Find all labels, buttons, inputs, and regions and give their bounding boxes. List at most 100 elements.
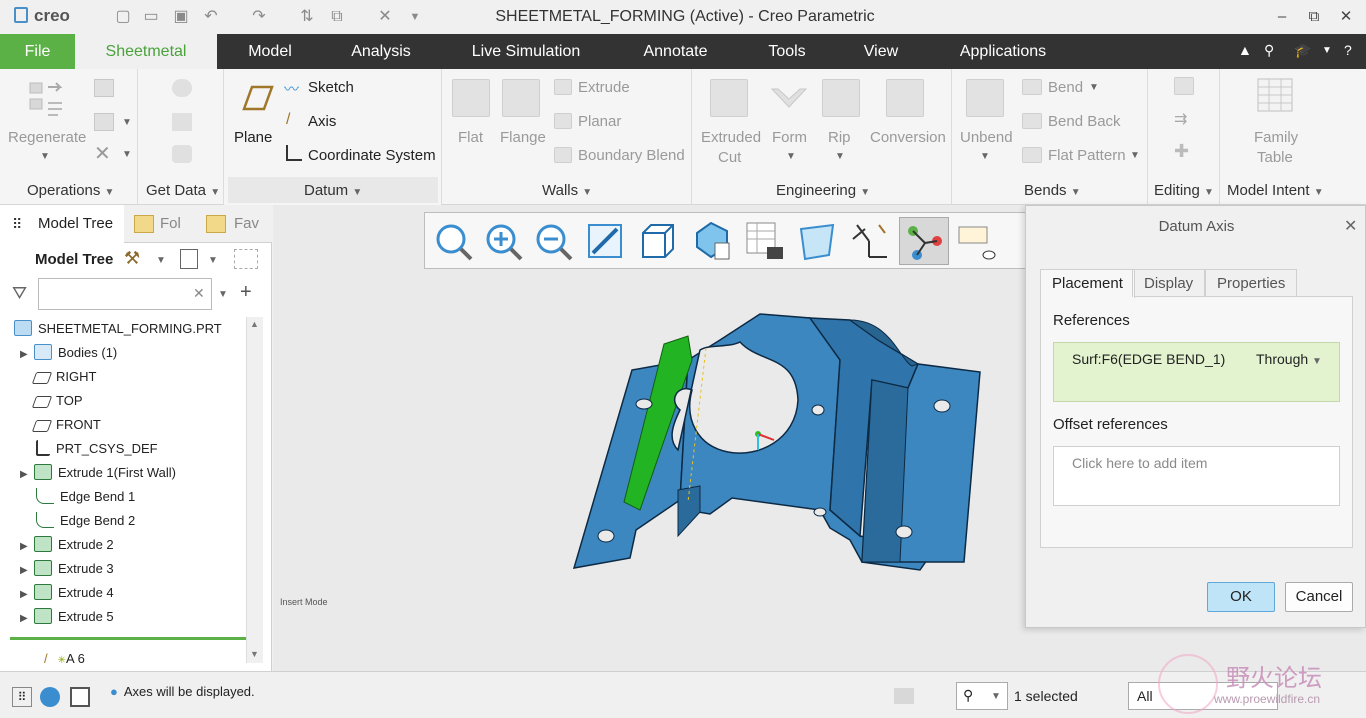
tree-item[interactable]: ▶ Extrude 5 <box>20 605 282 629</box>
rip-dropdown-icon[interactable]: ▼ <box>835 151 845 162</box>
tree-scrollbar[interactable]: ▲ ▼ <box>246 317 263 663</box>
columns-icon[interactable] <box>234 249 258 269</box>
delete-icon[interactable]: ✕ <box>94 141 111 166</box>
bends-group-label[interactable]: Bends ▼ <box>1024 182 1081 199</box>
restore-button[interactable]: ⧉ <box>1302 6 1326 28</box>
editing-group-label[interactable]: Editing ▼ <box>1154 182 1214 199</box>
undo-icon[interactable]: ↶ <box>200 6 222 28</box>
mirror-icon[interactable] <box>1174 77 1194 95</box>
rip-label[interactable]: Rip <box>828 129 851 146</box>
insert-here-marker[interactable] <box>10 637 246 640</box>
windows-icon[interactable]: ⧉ <box>326 6 348 28</box>
datum-group-label[interactable]: Datum ▼ <box>304 182 362 199</box>
zoom-out-icon[interactable] <box>531 219 575 263</box>
regenerate-dropdown-icon[interactable]: ▼ <box>40 151 50 162</box>
copy-geometry-icon[interactable] <box>172 113 192 131</box>
family-label[interactable]: Family <box>1254 129 1298 146</box>
reference-constraint-select[interactable]: Through ▼ <box>1256 351 1322 367</box>
redo-icon[interactable]: ↷ <box>248 6 270 28</box>
folder-browser-icon[interactable] <box>134 215 154 233</box>
expand-arrow-icon[interactable]: ▶ <box>20 535 34 559</box>
spin-center-icon[interactable] <box>903 219 947 263</box>
paste-dropdown-icon[interactable]: ▼ <box>122 117 132 128</box>
extrude-wall-icon[interactable] <box>554 79 572 95</box>
model-intent-group-label[interactable]: Model Intent ▼ <box>1227 182 1324 199</box>
rip-icon[interactable] <box>822 79 860 117</box>
flange-label[interactable]: Flange <box>500 129 546 146</box>
references-collector[interactable]: Surf:F6(EDGE BEND_1) Through ▼ <box>1053 342 1340 402</box>
table-label[interactable]: Table <box>1257 149 1293 166</box>
cut-label[interactable]: Cut <box>718 149 741 166</box>
navigator-toggle-icon[interactable]: ⠿ <box>12 687 32 707</box>
move-icon[interactable]: ⇉ <box>1174 109 1187 129</box>
tab-model[interactable]: Model <box>232 34 308 69</box>
tree-item[interactable]: ▶ Bodies (1) <box>20 341 282 365</box>
planar-label[interactable]: Planar <box>578 113 621 130</box>
minimize-ribbon-icon[interactable]: ▲ <box>1238 42 1252 58</box>
coordinate-system-icon[interactable] <box>286 145 302 161</box>
unbend-label[interactable]: Unbend <box>960 129 1013 146</box>
regenerate-label[interactable]: Regenerate <box>8 129 86 146</box>
form-dropdown-icon[interactable]: ▼ <box>786 151 796 162</box>
flat-pattern-label[interactable]: Flat Pattern <box>1048 147 1126 164</box>
minimize-button[interactable]: – <box>1270 6 1294 28</box>
tree-item[interactable]: SHEETMETAL_FORMING.PRT <box>14 317 276 341</box>
offset-references-collector[interactable]: Click here to add item <box>1053 446 1340 506</box>
search-icon[interactable]: ⚲ <box>1264 42 1274 59</box>
tree-item[interactable]: ▶ Extrude 2 <box>20 533 282 557</box>
search-dropdown-icon[interactable]: ▼ <box>218 289 228 300</box>
perspective-view-icon[interactable] <box>795 219 839 263</box>
full-screen-icon[interactable] <box>70 687 90 707</box>
datum-display-filters-icon[interactable] <box>849 219 893 263</box>
tab-model-tree-label[interactable]: Model Tree <box>38 215 113 232</box>
sketch-icon[interactable]: 〰 <box>284 78 302 98</box>
merge-icon[interactable]: ✚ <box>1174 141 1189 162</box>
flat-pattern-dropdown-icon[interactable]: ▼ <box>1130 150 1140 161</box>
tab-sheetmetal[interactable]: Sheetmetal <box>75 34 217 69</box>
show-dropdown-icon[interactable]: ▼ <box>208 255 218 266</box>
ok-button[interactable]: OK <box>1207 582 1275 612</box>
show-icon[interactable] <box>180 249 198 269</box>
extrude-label[interactable]: Extrude <box>578 79 630 96</box>
filter-icon[interactable]: ⛛ <box>12 283 27 304</box>
bend-dropdown-icon[interactable]: ▼ <box>1089 82 1099 93</box>
bend-label[interactable]: Bend <box>1048 79 1083 96</box>
bend-icon[interactable] <box>1022 79 1042 95</box>
regenerate-quick-icon[interactable]: ⇅ <box>296 6 318 28</box>
new-file-icon[interactable]: ▢ <box>112 6 134 28</box>
regenerate-icon[interactable] <box>24 77 68 121</box>
planar-wall-icon[interactable] <box>554 113 572 129</box>
unbend-icon[interactable] <box>966 79 1004 117</box>
cancel-button[interactable]: Cancel <box>1285 582 1353 612</box>
get-data-group-label[interactable]: Get Data ▼ <box>146 182 220 199</box>
close-button[interactable]: ✕ <box>1334 6 1358 28</box>
extruded-cut-icon[interactable] <box>710 79 748 117</box>
repaint-icon[interactable] <box>583 219 627 263</box>
clear-search-icon[interactable]: ✕ <box>193 285 205 302</box>
form-icon[interactable] <box>770 81 808 117</box>
view-manager-icon[interactable] <box>743 219 787 263</box>
tree-item[interactable]: / ✳A 6 <box>44 647 306 671</box>
flat-pattern-icon[interactable] <box>1022 147 1042 163</box>
regen-status-icon[interactable] <box>894 688 914 704</box>
flange-wall-icon[interactable] <box>502 79 540 117</box>
sketch-label[interactable]: Sketch <box>308 79 354 96</box>
bend-back-label[interactable]: Bend Back <box>1048 113 1121 130</box>
paste-icon[interactable] <box>94 113 114 131</box>
dialog-close-icon[interactable]: ✕ <box>1344 216 1357 236</box>
tab-tools[interactable]: Tools <box>755 34 819 69</box>
tree-item[interactable]: ▶ Extrude 4 <box>20 581 282 605</box>
annotation-display-icon[interactable] <box>955 219 999 263</box>
expand-arrow-icon[interactable]: ▶ <box>20 607 34 631</box>
axis-icon[interactable]: / <box>286 111 290 129</box>
operations-group-label[interactable]: Operations ▼ <box>27 182 114 199</box>
tree-item[interactable]: ▶ Extrude 3 <box>20 557 282 581</box>
help-dropdown-icon[interactable]: ▼ <box>1322 45 1332 56</box>
axis-label[interactable]: Axis <box>308 113 336 130</box>
flat-label[interactable]: Flat <box>458 129 483 146</box>
flat-wall-icon[interactable] <box>452 79 490 117</box>
zoom-in-icon[interactable] <box>481 219 525 263</box>
bend-back-icon[interactable] <box>1022 113 1042 129</box>
unbend-dropdown-icon[interactable]: ▼ <box>980 151 990 162</box>
save-icon[interactable]: ▣ <box>170 6 192 28</box>
